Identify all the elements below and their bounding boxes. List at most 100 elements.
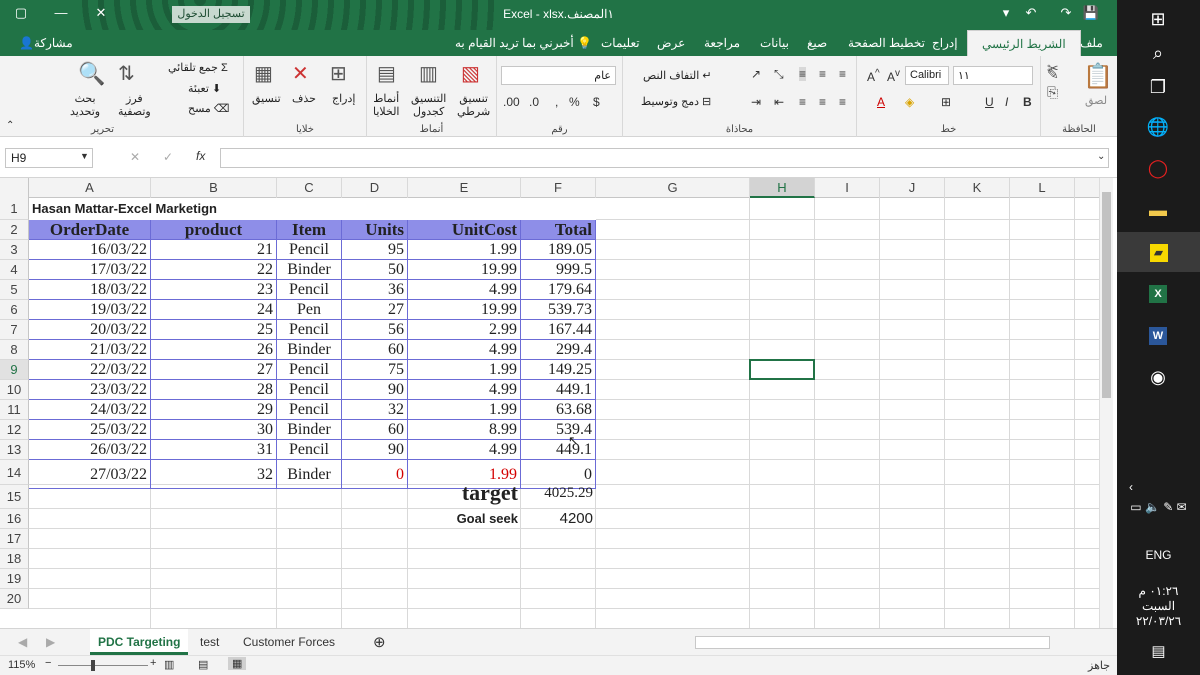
sheet-tab-test[interactable]: test (192, 629, 227, 655)
row-header-5[interactable]: 5 (0, 280, 29, 300)
cell-d10[interactable]: 90 (342, 380, 408, 400)
select-all-corner[interactable] (0, 178, 29, 198)
cell-e8[interactable]: 4.99 (408, 340, 521, 360)
cell-a7[interactable]: 20/03/22 (29, 320, 151, 340)
goal-seek-label[interactable]: Goal seek (408, 509, 521, 529)
windows-start-icon[interactable]: ⊞ (1143, 4, 1173, 34)
cell-d4[interactable]: 50 (342, 260, 408, 280)
sort-filter-icon[interactable]: ⇅ (118, 61, 135, 86)
row-header-8[interactable]: 8 (0, 340, 29, 360)
cell-c13[interactable]: Pencil (277, 440, 342, 460)
share-button[interactable]: 👤مشاركة (19, 36, 73, 50)
cell-a5[interactable]: 18/03/22 (29, 280, 151, 300)
cell-e4[interactable]: 19.99 (408, 260, 521, 280)
target-value[interactable]: 4025.29 (521, 481, 596, 505)
align-right-icon[interactable]: ≡ (799, 95, 806, 109)
cell-d12[interactable]: 60 (342, 420, 408, 440)
cell-a8[interactable]: 21/03/22 (29, 340, 151, 360)
row-header-11[interactable]: 11 (0, 400, 29, 420)
cell-f4[interactable]: 999.5 (521, 260, 596, 280)
cell-c11[interactable]: Pencil (277, 400, 342, 420)
horizontal-scrollbar[interactable] (695, 636, 1050, 649)
cell-d13[interactable]: 90 (342, 440, 408, 460)
fill-button[interactable]: تعبئة ⬇ (188, 82, 221, 95)
word-icon[interactable]: W (1143, 320, 1173, 350)
language-indicator[interactable]: ENG (1117, 548, 1200, 562)
row-header-20[interactable]: 20 (0, 589, 29, 609)
tab-help[interactable]: تعليمات (601, 36, 640, 50)
delete-cells-icon[interactable]: ✕ (292, 61, 309, 86)
cell-f9[interactable]: 149.25 (521, 360, 596, 380)
save-icon[interactable]: 💾 (1080, 5, 1102, 21)
format-table-label[interactable]: التنسيق كجدول (411, 92, 446, 118)
name-box-dropdown-icon[interactable]: ▼ (80, 151, 89, 161)
column-header-b[interactable]: B (151, 178, 277, 198)
font-size-dropdown[interactable]: Calibri (905, 66, 949, 85)
insert-cells-icon[interactable]: ⊞ (330, 61, 347, 86)
column-header-g[interactable]: G (596, 178, 750, 198)
conditional-format-label[interactable]: تنسيق شرطي (457, 92, 490, 118)
percent-icon[interactable]: % (569, 95, 580, 109)
align-center-icon[interactable]: ≡ (819, 95, 826, 109)
file-explorer-icon[interactable]: ▬ (1143, 195, 1173, 225)
sticky-notes-icon[interactable]: ▰ (1117, 232, 1200, 272)
cell-b5[interactable]: 23 (151, 280, 277, 300)
page-break-view-icon[interactable]: ▥ (164, 658, 174, 671)
sheet-tab-customer-forces[interactable]: Customer Forces (235, 629, 343, 655)
cell-d9[interactable]: 75 (342, 360, 408, 380)
cell-f13[interactable]: 449.1 (521, 440, 596, 460)
cell-f11[interactable]: 63.68 (521, 400, 596, 420)
row-header-4[interactable]: 4 (0, 260, 29, 280)
normal-view-icon[interactable]: ▦ (228, 657, 247, 670)
cell-a14[interactable]: 27/03/22 (29, 460, 151, 489)
cell-f8[interactable]: 299.4 (521, 340, 596, 360)
tab-view[interactable]: عرض (657, 36, 685, 50)
find-select-icon[interactable]: 🔍 (78, 61, 105, 87)
row-header-15[interactable]: 15 (0, 485, 29, 509)
zoom-out-icon[interactable]: − (45, 657, 51, 669)
row-header-17[interactable]: 17 (0, 529, 29, 549)
cell-b7[interactable]: 25 (151, 320, 277, 340)
cell-f5[interactable]: 179.64 (521, 280, 596, 300)
autosum-button[interactable]: جمع تلقائي Σ (168, 61, 228, 74)
cell-b11[interactable]: 29 (151, 400, 277, 420)
cell-e9[interactable]: 1.99 (408, 360, 521, 380)
borders-icon[interactable]: ⊞ (941, 95, 951, 109)
formula-input[interactable] (220, 148, 1109, 168)
tab-page-layout[interactable]: تخطيط الصفحة (848, 36, 925, 50)
cell-e12[interactable]: 8.99 (408, 420, 521, 440)
row-header-2[interactable]: 2 (0, 220, 29, 240)
align-bottom-icon[interactable]: ≡ (839, 67, 846, 81)
cell-a6[interactable]: 19/03/22 (29, 300, 151, 320)
tell-me-search[interactable]: أخبرني بما تريد القيام به 💡 (455, 36, 592, 50)
tab-review[interactable]: مراجعة (704, 36, 740, 50)
row-header-13[interactable]: 13 (0, 440, 29, 460)
prev-sheet-icon[interactable]: ◀ (18, 635, 27, 649)
align-left-icon[interactable]: ≡ (839, 95, 846, 109)
cell-c3[interactable]: Pencil (277, 240, 342, 260)
cell-f6[interactable]: 539.73 (521, 300, 596, 320)
paste-icon[interactable]: 📋 (1083, 62, 1113, 91)
merge-center-button[interactable]: دمج وتوسيط ⊟ (641, 95, 711, 108)
vertical-scroll-thumb[interactable] (1102, 192, 1111, 398)
cell-c14[interactable]: Binder (277, 460, 342, 489)
header-unitcost[interactable]: UnitCost (408, 220, 521, 240)
worksheet-grid[interactable]: ABCDEFGHIJKL 1 2 3 4 5 6 7 8 9 10 11 12 13 14 15 16 17 18… (0, 178, 1099, 628)
tab-file[interactable]: ملف (1080, 36, 1103, 50)
notifications-icon[interactable]: ▤ (1117, 642, 1200, 660)
tab-data[interactable]: بيانات (760, 36, 789, 50)
fill-color-icon[interactable]: ◈ (905, 95, 914, 109)
cell-c4[interactable]: Binder (277, 260, 342, 280)
column-header-f[interactable]: F (521, 178, 596, 198)
insert-function-icon[interactable]: fx (196, 149, 205, 163)
comma-style-icon[interactable]: , (555, 95, 558, 109)
sheet-tab-pdc-targeting[interactable]: PDC Targeting (90, 629, 189, 655)
cell-a4[interactable]: 17/03/22 (29, 260, 151, 280)
insert-cells-label[interactable]: إدراج (332, 92, 355, 105)
paste-label[interactable]: لصق (1085, 94, 1107, 107)
cell-c6[interactable]: Pen (277, 300, 342, 320)
confirm-entry-icon[interactable]: ✓ (163, 150, 173, 164)
cut-icon[interactable]: ✂ (1047, 60, 1059, 77)
system-tray-icons[interactable]: ▭ 🔈 ✎ ✉ (1117, 500, 1200, 514)
row-header-7[interactable]: 7 (0, 320, 29, 340)
